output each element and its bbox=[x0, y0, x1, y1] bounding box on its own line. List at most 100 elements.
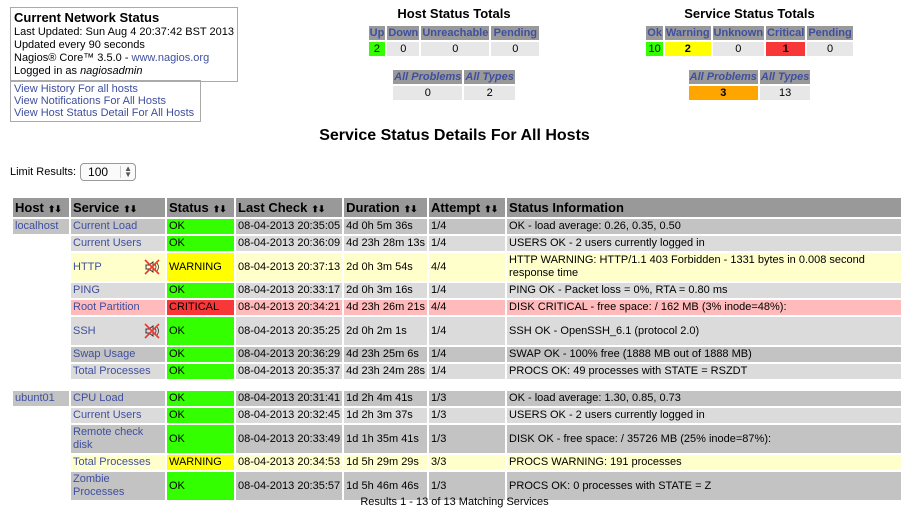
service-link[interactable]: Current Users bbox=[73, 237, 141, 250]
svc-pending-link[interactable]: Pending bbox=[808, 27, 851, 39]
table-header-row: Host ⬆⬇ Service ⬆⬇ Status ⬆⬇ Last Check ⬆⬇ Durat… bbox=[13, 198, 902, 217]
service-cell: SSH bbox=[71, 317, 165, 345]
logged-in-label: Logged in as bbox=[14, 65, 81, 77]
limit-results-select[interactable]: 100 ▲ ▼ bbox=[80, 163, 137, 181]
service-status-table: Host ⬆⬇ Service ⬆⬇ Status ⬆⬇ Last Check ⬆⬇ Durat… bbox=[11, 196, 903, 502]
service-link[interactable]: Remote check disk bbox=[73, 426, 163, 452]
status-cell: WARNING bbox=[167, 253, 234, 281]
host-pending-header[interactable]: Pending bbox=[491, 26, 540, 40]
status-cell: OK bbox=[167, 317, 234, 345]
host-cell bbox=[13, 253, 69, 281]
service-link[interactable]: HTTP bbox=[73, 261, 102, 274]
host-cell bbox=[13, 300, 69, 315]
svc-warning-link[interactable]: Warning bbox=[666, 27, 710, 39]
column-header-status: Status ⬆⬇ bbox=[167, 198, 234, 217]
last-updated: Last Updated: Sun Aug 4 20:37:42 BST 201… bbox=[14, 26, 234, 38]
svc-unknown-header[interactable]: Unknown bbox=[712, 26, 765, 40]
service-link[interactable]: Total Processes bbox=[73, 365, 151, 378]
host-group-spacer bbox=[13, 381, 901, 389]
host-all-problems-header[interactable]: All Problems bbox=[393, 70, 463, 84]
view-history-link[interactable]: View History For all hosts bbox=[14, 83, 138, 95]
svc-all-problems-count: 3 bbox=[688, 86, 758, 100]
column-header-host: Host ⬆⬇ bbox=[13, 198, 69, 217]
sort-arrows-icon[interactable]: ⬆⬇ bbox=[484, 204, 498, 214]
host-link[interactable]: ubunt01 bbox=[15, 392, 55, 404]
host-down-link[interactable]: Down bbox=[388, 27, 418, 39]
host-status-totals: Host Status Totals Up Down Unreachable P… bbox=[366, 6, 542, 102]
service-link[interactable]: SSH bbox=[73, 325, 96, 338]
version-text: Nagios® Core™ 3.5.0 - bbox=[14, 52, 132, 64]
update-interval: Updated every 90 seconds bbox=[14, 39, 145, 51]
svc-ok-header[interactable]: Ok bbox=[646, 26, 663, 40]
service-cell: Remote check disk bbox=[71, 425, 165, 453]
sort-arrows-icon[interactable]: ⬆⬇ bbox=[123, 204, 137, 214]
view-notifications-link[interactable]: View Notifications For All Hosts bbox=[14, 95, 166, 107]
sort-arrows-icon[interactable]: ⬆⬇ bbox=[311, 204, 325, 214]
svc-all-types-link[interactable]: All Types bbox=[761, 71, 810, 83]
sort-arrows-icon[interactable]: ⬆⬇ bbox=[404, 204, 418, 214]
duration-cell: 1d 1h 35m 41s bbox=[344, 425, 428, 453]
service-link[interactable]: Current Load bbox=[73, 220, 137, 233]
service-link[interactable]: PING bbox=[73, 284, 100, 297]
service-totals-summary-table: All Problems All Types 3 13 bbox=[687, 68, 813, 102]
sort-arrows-icon[interactable]: ⬆⬇ bbox=[213, 204, 227, 214]
svc-ok-count: 10 bbox=[646, 42, 663, 56]
status-info-cell: DISK CRITICAL - free space: / 162 MB (3%… bbox=[507, 300, 902, 315]
host-all-problems-link[interactable]: All Problems bbox=[394, 71, 461, 83]
host-pending-link[interactable]: Pending bbox=[494, 27, 537, 39]
host-cell[interactable]: ubunt01 bbox=[13, 391, 69, 406]
host-all-types-link[interactable]: All Types bbox=[465, 71, 514, 83]
table-row: PING OK 08-04-2013 20:33:17 2d 0h 3m 16s 1/4… bbox=[13, 283, 902, 298]
host-all-problems-count: 0 bbox=[393, 86, 463, 100]
status-cell: OK bbox=[167, 219, 234, 234]
host-cell[interactable]: localhost bbox=[13, 219, 69, 234]
notifications-disabled-icon[interactable] bbox=[141, 322, 163, 340]
duration-cell: 2d 0h 2m 1s bbox=[344, 317, 428, 345]
version-line: Nagios® Core™ 3.5.0 - www.nagios.org bbox=[14, 52, 234, 65]
table-row: ubunt01 CPU Load OK 08-04-2013 20:31:41 1d 2… bbox=[13, 391, 902, 406]
svc-warning-header[interactable]: Warning bbox=[664, 26, 711, 40]
column-header-label: Attempt bbox=[431, 200, 481, 215]
host-unreachable-header[interactable]: Unreachable bbox=[421, 26, 490, 40]
sort-arrows-icon[interactable]: ⬆⬇ bbox=[48, 204, 62, 214]
svc-all-types-header[interactable]: All Types bbox=[759, 70, 811, 84]
status-cell: OK bbox=[167, 425, 234, 453]
service-link[interactable]: Root Partition bbox=[73, 301, 140, 314]
host-link[interactable]: localhost bbox=[15, 220, 58, 232]
column-header-label: Status bbox=[169, 200, 209, 215]
host-unreachable-link[interactable]: Unreachable bbox=[422, 27, 488, 39]
host-up-header[interactable]: Up bbox=[368, 26, 386, 40]
view-host-status-link[interactable]: View Host Status Detail For All Hosts bbox=[14, 107, 194, 119]
service-link[interactable]: Swap Usage bbox=[73, 348, 135, 361]
host-cell bbox=[13, 317, 69, 345]
svc-pending-header[interactable]: Pending bbox=[807, 26, 853, 40]
page-title: Service Status Details For All Hosts bbox=[319, 127, 590, 144]
attempt-cell: 4/4 bbox=[429, 253, 506, 281]
svc-unknown-link[interactable]: Unknown bbox=[714, 27, 764, 39]
notifications-disabled-icon[interactable] bbox=[141, 258, 163, 276]
last-check-cell: 08-04-2013 20:37:13 bbox=[236, 253, 343, 281]
service-cell: Current Users bbox=[71, 408, 165, 423]
service-cell: Total Processes bbox=[71, 455, 165, 470]
nagios-website-link[interactable]: www.nagios.org bbox=[132, 52, 210, 64]
host-cell bbox=[13, 408, 69, 423]
svc-critical-link[interactable]: Critical bbox=[767, 27, 804, 39]
status-cell: OK bbox=[167, 408, 234, 423]
host-all-types-header[interactable]: All Types bbox=[464, 70, 515, 84]
svc-all-problems-link[interactable]: All Problems bbox=[690, 71, 757, 83]
status-info-cell: USERS OK - 2 users currently logged in bbox=[507, 236, 902, 251]
attempt-cell: 4/4 bbox=[429, 300, 506, 315]
service-cell: CPU Load bbox=[71, 391, 165, 406]
service-link[interactable]: CPU Load bbox=[73, 392, 124, 405]
svc-critical-header[interactable]: Critical bbox=[766, 26, 806, 40]
status-info-cell: PROCS WARNING: 191 processes bbox=[507, 455, 902, 470]
service-link[interactable]: Total Processes bbox=[73, 456, 151, 469]
host-down-header[interactable]: Down bbox=[387, 26, 420, 40]
table-row: Swap Usage OK 08-04-2013 20:36:29 4d 23h 25… bbox=[13, 347, 902, 362]
host-up-count: 2 bbox=[368, 42, 386, 56]
svc-all-problems-header[interactable]: All Problems bbox=[688, 70, 758, 84]
service-link[interactable]: Current Users bbox=[73, 409, 141, 422]
svc-ok-link[interactable]: Ok bbox=[647, 27, 662, 39]
host-up-link[interactable]: Up bbox=[370, 27, 385, 39]
table-row: HTTP WARNING 08-04-2013 20:37:13 2d 0h 3m 5… bbox=[13, 253, 902, 281]
